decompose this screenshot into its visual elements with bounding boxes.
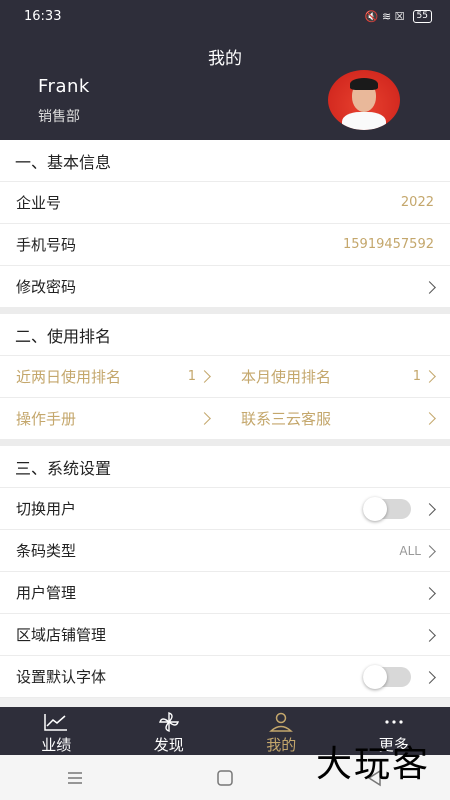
- row-label: 手机号码: [16, 236, 77, 254]
- status-time: 16:33: [24, 8, 62, 24]
- ranking-row-1: 近两日使用排名 1 本月使用排名 1: [0, 356, 450, 398]
- row-company-id: 企业号 2022: [0, 182, 450, 224]
- row-change-password[interactable]: 修改密码: [0, 266, 450, 308]
- tab-discover[interactable]: 发现: [113, 707, 226, 755]
- row-default-font[interactable]: 设置默认字体: [0, 656, 450, 698]
- cell-label: 联系三云客服: [241, 410, 332, 428]
- switch-user-toggle[interactable]: [363, 496, 411, 521]
- profile-header: 我的 Frank 销售部: [0, 32, 450, 140]
- watermark: 大玩客: [315, 744, 430, 785]
- cell-label: 操作手册: [16, 410, 77, 428]
- company-id-value: 2022: [400, 195, 434, 210]
- row-region-store-management[interactable]: 区域店铺管理: [0, 614, 450, 656]
- status-icons: 🔇 ≋ ☒ 55: [364, 9, 432, 23]
- row-barcode-type[interactable]: 条码类型 ALL: [0, 530, 450, 572]
- chevron-right-icon: [421, 626, 436, 644]
- tab-label: 我的: [266, 736, 297, 754]
- row-switch-user[interactable]: 切换用户: [0, 488, 450, 530]
- chevron-right-icon: [423, 370, 436, 383]
- status-bar: 16:33 🔇 ≋ ☒ 55: [0, 0, 450, 32]
- tab-performance[interactable]: 业绩: [0, 707, 113, 755]
- battery-icon: 55: [412, 9, 432, 23]
- signal-icons: 🔇 ≋ ☒: [364, 9, 405, 23]
- section-ranking-title: 二、使用排名: [0, 314, 450, 356]
- chevron-right-icon: [198, 370, 211, 383]
- recent-two-days-ranking[interactable]: 近两日使用排名 1: [0, 356, 225, 397]
- chevron-right-icon: [421, 278, 436, 296]
- person-icon: [269, 712, 294, 732]
- chevron-right-icon: [421, 668, 436, 686]
- chevron-right-icon: [421, 542, 436, 560]
- cell-label: 本月使用排名: [241, 368, 332, 386]
- tab-label: 发现: [153, 736, 184, 754]
- row-label: 条码类型: [16, 542, 77, 560]
- row-phone: 手机号码 15919457592: [0, 224, 450, 266]
- chart-icon: [44, 714, 68, 731]
- ranking-value: 1: [187, 369, 196, 384]
- ranking-value: 1: [412, 369, 421, 384]
- cell-label: 近两日使用排名: [16, 368, 122, 386]
- row-label: 用户管理: [16, 584, 77, 602]
- operation-manual[interactable]: 操作手册: [0, 398, 225, 439]
- user-department: 销售部: [38, 109, 80, 125]
- menu-nav-icon[interactable]: [55, 758, 95, 798]
- section-basic-info-title: 一、基本信息: [0, 140, 450, 182]
- row-user-management[interactable]: 用户管理: [0, 572, 450, 614]
- this-month-ranking[interactable]: 本月使用排名 1: [225, 356, 450, 397]
- section-settings-title: 三、系统设置: [0, 446, 450, 488]
- contact-support[interactable]: 联系三云客服: [225, 398, 450, 439]
- page-title: 我的: [208, 49, 242, 69]
- user-name: Frank: [38, 76, 90, 97]
- chevron-right-icon: [421, 584, 436, 602]
- dots-icon: [385, 720, 403, 724]
- row-label: 修改密码: [16, 278, 77, 296]
- chevron-right-icon: [423, 412, 436, 425]
- chevron-right-icon: [198, 412, 211, 425]
- avatar[interactable]: [328, 70, 400, 130]
- barcode-type-value: ALL: [399, 543, 421, 558]
- row-label: 企业号: [16, 194, 62, 212]
- pinwheel-icon: [158, 712, 179, 732]
- ranking-row-2: 操作手册 联系三云客服: [0, 398, 450, 440]
- chevron-right-icon: [421, 500, 436, 518]
- row-label: 切换用户: [16, 500, 77, 518]
- row-label: 区域店铺管理: [16, 626, 107, 644]
- row-label: 设置默认字体: [16, 668, 107, 686]
- tab-label: 业绩: [41, 736, 72, 754]
- home-nav-icon[interactable]: [205, 758, 245, 798]
- default-font-toggle[interactable]: [363, 664, 411, 689]
- phone-value: 15919457592: [343, 237, 434, 252]
